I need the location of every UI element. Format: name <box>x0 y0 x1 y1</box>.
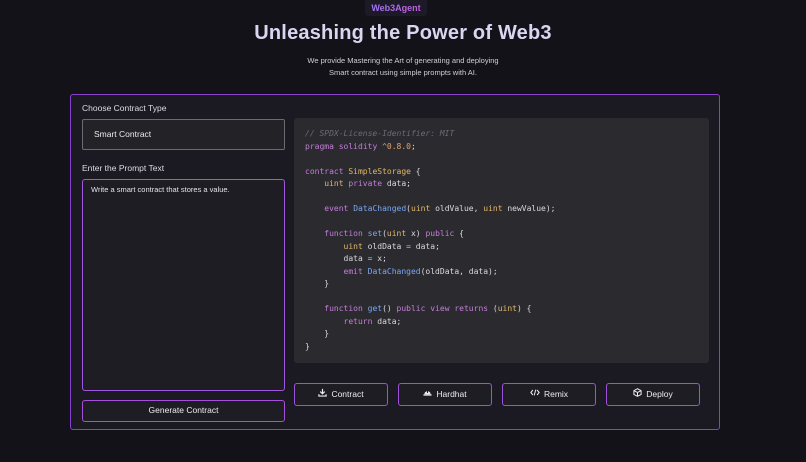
remix-button[interactable]: Remix <box>502 383 596 406</box>
download-icon <box>318 385 328 405</box>
code-line: event DataChanged(uint oldValue, uint ne… <box>324 204 556 213</box>
code-line: } <box>305 279 330 288</box>
code-line: data = x; <box>305 254 387 263</box>
prompt-label: Enter the Prompt Text <box>82 163 165 173</box>
code-output: // SPDX-License-Identifier: MIT pragma s… <box>294 118 709 363</box>
code-line: uint private data; <box>324 179 411 188</box>
code-line: emit DataChanged(oldData, data); <box>343 266 498 276</box>
cube-icon <box>633 385 642 405</box>
contract-type-select[interactable]: Smart Contract <box>82 119 285 150</box>
hardhat-button-label: Hardhat <box>436 389 467 399</box>
hardhat-button[interactable]: Hardhat <box>398 383 492 406</box>
contract-type-label: Choose Contract Type <box>82 103 167 113</box>
prompt-textarea[interactable]: Write a smart contract that stores a val… <box>82 179 285 391</box>
code-line: function get() public view returns (uint… <box>324 304 532 313</box>
code-line: // SPDX-License-Identifier: MIT <box>305 129 455 138</box>
code-line: contract SimpleStorage { <box>305 166 421 176</box>
code-line: pragma solidity ^0.8.0; <box>305 141 416 151</box>
hardhat-icon <box>423 385 432 405</box>
code-line: uint oldData = data; <box>343 241 440 251</box>
generate-contract-button[interactable]: Generate Contract <box>82 400 285 422</box>
code-line: return data; <box>343 316 402 326</box>
contract-button-label: Contract <box>331 389 364 399</box>
deploy-button-label: Deploy <box>646 389 673 399</box>
subtitle-line-2: Smart contract using simple prompts with… <box>329 68 477 77</box>
code-line: } <box>305 329 330 338</box>
subtitle-line-1: We provide Mastering the Art of generati… <box>307 56 499 65</box>
code-icon <box>530 385 540 405</box>
brand-logo[interactable]: Web3Agent <box>365 0 427 16</box>
page-subtitle: We provide Mastering the Art of generati… <box>0 55 806 79</box>
code-line: function set(uint x) public { <box>324 229 464 238</box>
contract-download-button[interactable]: Contract <box>294 383 388 406</box>
code-line: } <box>305 341 310 351</box>
remix-button-label: Remix <box>543 389 569 399</box>
deploy-button[interactable]: Deploy <box>606 383 700 406</box>
page-title: Unleashing the Power of Web3 <box>254 22 552 44</box>
